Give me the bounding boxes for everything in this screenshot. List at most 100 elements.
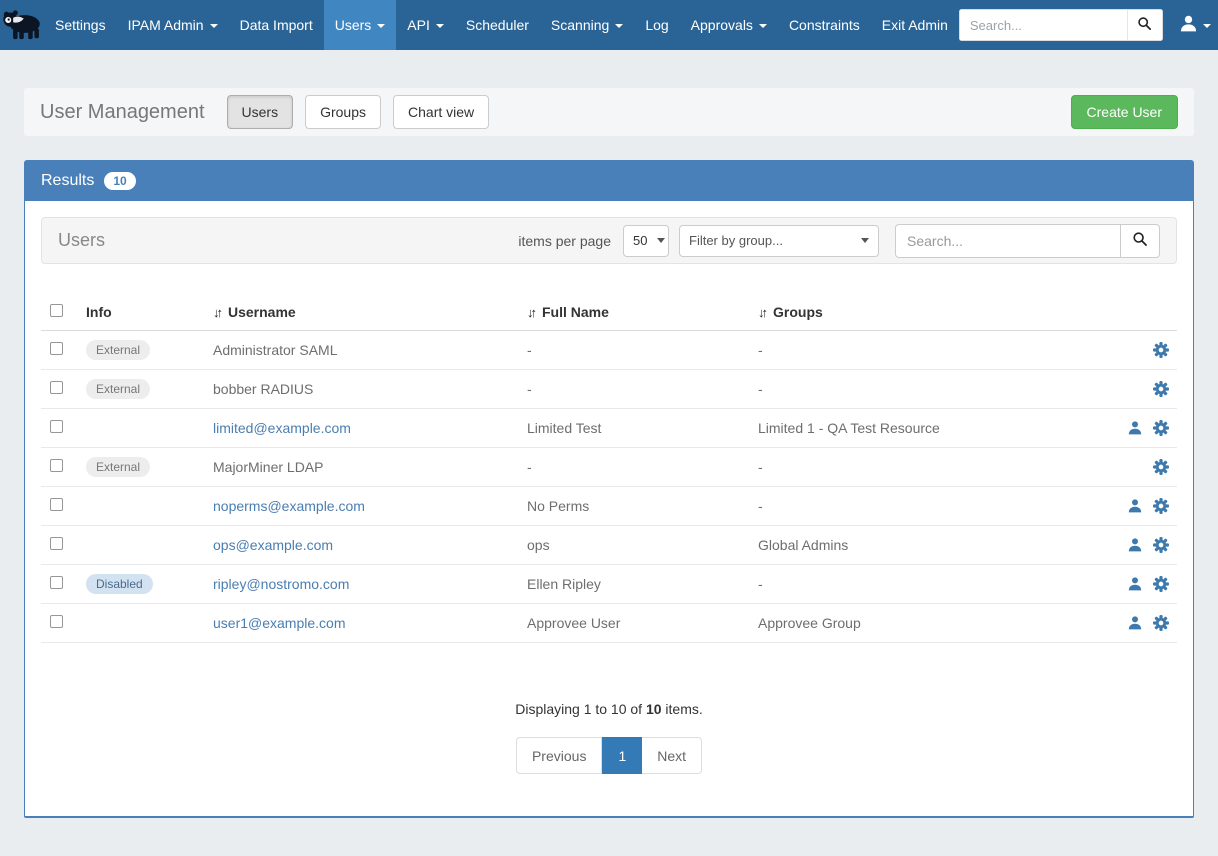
table-row: noperms@example.com No Perms - — [41, 487, 1177, 526]
groups-cell: Limited 1 - QA Test Resource — [758, 420, 1088, 436]
nav-item-settings[interactable]: Settings — [44, 0, 117, 50]
user-profile-icon[interactable] — [1127, 537, 1143, 553]
caret-down-icon — [657, 238, 665, 243]
nav-item-label: Exit Admin — [882, 17, 948, 33]
row-checkbox[interactable] — [50, 381, 63, 394]
sort-icon: ↓↑ — [527, 305, 537, 320]
table-search-group — [895, 224, 1160, 258]
summary-suffix: items. — [662, 701, 703, 717]
row-checkbox[interactable] — [50, 537, 63, 550]
summary-total: 10 — [646, 701, 662, 717]
create-user-button[interactable]: Create User — [1071, 95, 1178, 129]
navbar-search-button[interactable] — [1127, 9, 1163, 41]
nav-item-users[interactable]: Users — [324, 0, 397, 50]
results-panel-body: Users items per page 50 Filter by group.… — [25, 201, 1193, 816]
nav-item-approvals[interactable]: Approvals — [680, 0, 778, 50]
panda-logo-icon — [0, 8, 44, 43]
app-logo[interactable] — [0, 0, 44, 50]
navbar-search-input[interactable] — [959, 9, 1127, 41]
full-name-cell: - — [527, 381, 758, 397]
sort-icon: ↓↑ — [213, 305, 223, 320]
pager: Previous 1 Next — [516, 737, 702, 774]
column-header-info: Info — [86, 304, 213, 320]
gear-icon[interactable] — [1153, 420, 1169, 436]
user-profile-icon[interactable] — [1127, 420, 1143, 436]
column-label: Info — [86, 304, 112, 320]
nav-item-scheduler[interactable]: Scheduler — [455, 0, 540, 50]
row-checkbox[interactable] — [50, 420, 63, 433]
nav-item-log[interactable]: Log — [634, 0, 679, 50]
username-cell[interactable]: limited@example.com — [213, 420, 351, 436]
top-navbar: Settings IPAM Admin Data Import UsersAPI Sch… — [0, 0, 1218, 50]
tab-users-button[interactable]: Users — [227, 95, 294, 129]
nav-item-scanning[interactable]: Scanning — [540, 0, 634, 50]
user-menu-toggle[interactable] — [1173, 14, 1217, 36]
gear-icon[interactable] — [1153, 576, 1169, 592]
username-cell[interactable]: user1@example.com — [213, 615, 346, 631]
nav-item-ipam-admin[interactable]: IPAM Admin — [117, 0, 229, 50]
nav-item-label: IPAM Admin — [128, 17, 204, 33]
table-row: user1@example.com Approvee User Approvee… — [41, 604, 1177, 643]
gear-icon[interactable] — [1153, 381, 1169, 397]
results-panel-header: Results 10 — [25, 161, 1193, 201]
full-name-cell: No Perms — [527, 498, 758, 514]
gear-icon[interactable] — [1153, 537, 1169, 553]
table-row: External bobber RADIUS - - — [41, 370, 1177, 409]
nav-item-api[interactable]: API — [396, 0, 455, 50]
column-header-groups[interactable]: ↓↑ Groups — [758, 304, 1088, 320]
full-name-cell: Limited Test — [527, 420, 758, 436]
user-profile-icon[interactable] — [1127, 576, 1143, 592]
group-filter-select[interactable]: Filter by group... — [679, 225, 879, 257]
column-header-username[interactable]: ↓↑ Username — [213, 304, 527, 320]
next-page-button[interactable]: Next — [642, 737, 702, 774]
nav-item-label: Data Import — [240, 17, 313, 33]
status-badge: External — [86, 379, 150, 399]
row-checkbox[interactable] — [50, 342, 63, 355]
groups-cell: Approvee Group — [758, 615, 1088, 631]
username-cell[interactable]: ops@example.com — [213, 537, 333, 553]
gear-icon[interactable] — [1153, 498, 1169, 514]
gear-icon[interactable] — [1153, 459, 1169, 475]
full-name-cell: ops — [527, 537, 758, 553]
nav-item-data-import[interactable]: Data Import — [229, 0, 324, 50]
navbar-search-group — [959, 9, 1163, 41]
navbar-right — [959, 0, 1218, 50]
summary-prefix: Displaying 1 to 10 of — [515, 701, 646, 717]
user-profile-icon[interactable] — [1127, 498, 1143, 514]
sort-icon: ↓↑ — [758, 305, 768, 320]
groups-cell: - — [758, 342, 1088, 358]
gear-icon[interactable] — [1153, 615, 1169, 631]
items-per-page-label: items per page — [518, 233, 611, 249]
column-label: Groups — [773, 304, 823, 320]
gear-icon[interactable] — [1153, 342, 1169, 358]
previous-page-button[interactable]: Previous — [516, 737, 602, 774]
username-cell[interactable]: noperms@example.com — [213, 498, 365, 514]
row-checkbox[interactable] — [50, 498, 63, 511]
current-page-button[interactable]: 1 — [602, 737, 642, 774]
tab-chart-view-button[interactable]: Chart view — [393, 95, 489, 129]
tab-groups-button[interactable]: Groups — [305, 95, 381, 129]
status-badge: Disabled — [86, 574, 153, 594]
user-profile-icon[interactable] — [1127, 615, 1143, 631]
nav-item-exit-admin[interactable]: Exit Admin — [871, 0, 959, 50]
caret-down-icon — [210, 24, 218, 28]
username-cell[interactable]: ripley@nostromo.com — [213, 576, 349, 592]
column-label: Username — [228, 304, 296, 320]
nav-item-label: Scheduler — [466, 17, 529, 33]
username-cell: bobber RADIUS — [213, 381, 313, 397]
groups-cell: - — [758, 459, 1088, 475]
row-checkbox[interactable] — [50, 459, 63, 472]
toolbar-controls: items per page 50 Filter by group... — [518, 224, 1160, 258]
column-header-full-name[interactable]: ↓↑ Full Name — [527, 304, 758, 320]
nav-item-constraints[interactable]: Constraints — [778, 0, 871, 50]
items-per-page-value: 50 — [633, 233, 647, 248]
table-search-button[interactable] — [1120, 224, 1160, 258]
caret-down-icon — [436, 24, 444, 28]
row-checkbox[interactable] — [50, 576, 63, 589]
full-name-cell: Ellen Ripley — [527, 576, 758, 592]
table-search-input[interactable] — [895, 224, 1120, 258]
items-per-page-select[interactable]: 50 — [623, 225, 669, 257]
select-all-checkbox[interactable] — [50, 304, 63, 317]
search-icon — [1137, 16, 1152, 34]
row-checkbox[interactable] — [50, 615, 63, 628]
